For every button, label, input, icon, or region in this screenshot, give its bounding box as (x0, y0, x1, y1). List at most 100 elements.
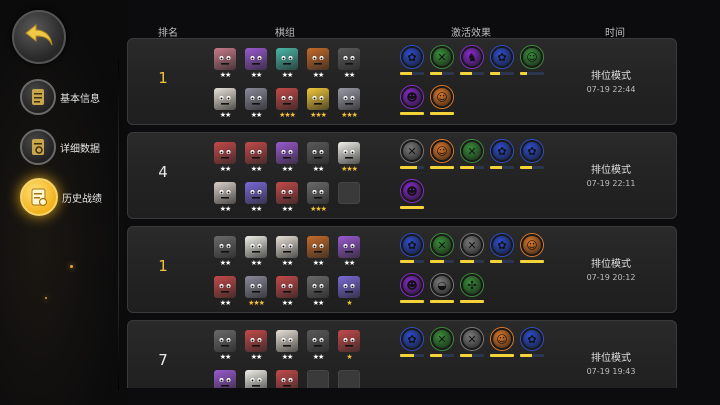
match-row[interactable]: 1 ★★ ★★ ★★ ★★ ★★ ★★ ★★★ ★★ ★★ ★ ✿ ✕ ✕ ✿ ☺ ☻ ◒ ✣ 排位模式 07-19 2… (127, 226, 677, 313)
unit-slot[interactable]: ★★ (241, 235, 272, 269)
unit-portrait (245, 370, 267, 388)
trait-badge[interactable]: ☺ (518, 234, 548, 270)
trait-icon: ☺ (431, 140, 453, 162)
lineup-grid: ★★★★★★★★★★★★★★★★★★★★ (210, 141, 365, 221)
unit-slot[interactable]: ★★ (241, 329, 272, 363)
unit-slot[interactable] (334, 369, 365, 388)
trait-badge[interactable]: ☻ (398, 180, 428, 216)
unit-slot[interactable]: ★★★ (303, 181, 334, 215)
match-time: 07-19 22:44 (586, 85, 636, 94)
unit-slot[interactable] (210, 369, 241, 388)
unit-slot[interactable]: ★★ (272, 235, 303, 269)
unit-slot[interactable]: ★★ (303, 275, 334, 309)
trait-icon: ☺ (431, 86, 453, 108)
trait-badge[interactable]: ✿ (488, 46, 518, 82)
trait-badge[interactable]: ✿ (398, 328, 428, 364)
trait-badge[interactable]: ✕ (428, 46, 458, 82)
unit-slot[interactable]: ★ (334, 329, 365, 363)
trait-icon: ✕ (431, 328, 453, 350)
match-list[interactable]: 1 ★★ ★★ ★★ ★★ ★★ ★★ ★★ ★★★ ★★★ ★★★ ✿ ✕ ♞ ✿ ☺ ☻ ☺ 排位模式 07-19… (0, 0, 720, 388)
unit-slot[interactable] (303, 369, 334, 388)
trait-badge[interactable]: ☺ (518, 46, 548, 82)
unit-slot[interactable]: ★★ (241, 47, 272, 81)
unit-slot[interactable]: ★★ (272, 181, 303, 215)
unit-slot[interactable]: ★★ (334, 235, 365, 269)
trait-badge[interactable]: ☻ (398, 86, 428, 122)
unit-slot[interactable]: ★ (334, 275, 365, 309)
unit-star-level: ★★ (250, 259, 263, 267)
trait-badge[interactable]: ✿ (398, 234, 428, 270)
trait-progress-bar (520, 166, 544, 169)
unit-slot[interactable]: ★★ (272, 141, 303, 175)
unit-star-level: ★★ (219, 299, 232, 307)
unit-star-level: ★★ (312, 259, 325, 267)
unit-slot[interactable]: ★★ (303, 141, 334, 175)
trait-progress-bar (400, 72, 424, 75)
trait-badge[interactable]: ☺ (428, 86, 458, 122)
unit-slot[interactable]: ★★ (210, 235, 241, 269)
unit-slot[interactable] (334, 181, 365, 215)
trait-badge[interactable]: ✿ (398, 46, 428, 82)
trait-badge[interactable]: ✿ (518, 140, 548, 176)
unit-slot[interactable]: ★★ (210, 47, 241, 81)
unit-slot[interactable] (272, 369, 303, 388)
unit-slot[interactable]: ★★★ (303, 87, 334, 121)
unit-slot[interactable]: ★★ (303, 329, 334, 363)
unit-slot[interactable]: ★★★ (272, 87, 303, 121)
unit-star-level: ★★ (250, 165, 263, 173)
unit-star-level: ★ (346, 299, 352, 307)
trait-badge[interactable]: ✿ (488, 140, 518, 176)
lineup-grid: ★★ ★★ ★★ ★★ ★★ ★★ ★★ ★★★ ★★★ ★★★ (210, 47, 365, 127)
unit-slot[interactable]: ★★ (272, 275, 303, 309)
trait-badge[interactable]: ✕ (398, 140, 428, 176)
trait-badge[interactable]: ✕ (428, 328, 458, 364)
match-row[interactable]: 4 ★★ ★★ ★★ ★★ ★★★ ★★ ★★ ★★ ★★★ ✕ ☺ ✕ ✿ ✿ ☻ 排位模式 07-19 22:… (127, 132, 677, 219)
trait-progress-bar (520, 260, 544, 263)
unit-slot[interactable]: ★★ (241, 141, 272, 175)
trait-badge[interactable]: ✿ (518, 328, 548, 364)
trait-grid: ✿ ✕ ✕ ☺ ✿ (398, 328, 548, 388)
unit-slot[interactable]: ★★★ (334, 87, 365, 121)
trait-badge[interactable]: ✕ (458, 140, 488, 176)
trait-badge[interactable]: ✕ (428, 234, 458, 270)
trait-badge[interactable]: ✕ (458, 234, 488, 270)
unit-portrait (307, 142, 329, 164)
unit-slot[interactable]: ★★ (210, 181, 241, 215)
trait-badge[interactable]: ✿ (488, 234, 518, 270)
unit-slot[interactable]: ★★★ (334, 141, 365, 175)
unit-slot[interactable]: ★★ (210, 275, 241, 309)
trait-badge[interactable]: ✣ (458, 274, 488, 310)
match-row[interactable]: 1 ★★ ★★ ★★ ★★ ★★ ★★ ★★ ★★★ ★★★ ★★★ ✿ ✕ ♞ ✿ ☺ ☻ ☺ 排位模式 07-19… (127, 38, 677, 125)
unit-star-level: ★★★ (341, 165, 358, 173)
match-time: 07-19 19:43 (586, 367, 636, 376)
unit-star-level: ★★ (281, 165, 294, 173)
unit-slot[interactable]: ★★★ (241, 275, 272, 309)
unit-slot[interactable]: ★★ (241, 181, 272, 215)
unit-slot[interactable]: ★★ (272, 329, 303, 363)
match-row[interactable]: 7 ★★ ★★ ★★ ★★ ★ ✿ ✕ ✕ ☺ ✿ 排位模式 07-19 19:43 (127, 320, 677, 388)
unit-portrait (276, 48, 298, 70)
unit-portrait (338, 142, 360, 164)
unit-portrait (276, 88, 298, 110)
unit-star-level: ★★★ (279, 111, 296, 119)
unit-slot[interactable]: ★★ (303, 235, 334, 269)
unit-slot[interactable]: ★★ (272, 47, 303, 81)
unit-portrait (276, 276, 298, 298)
unit-slot[interactable]: ★★ (241, 87, 272, 121)
unit-slot[interactable]: ★★ (210, 329, 241, 363)
trait-icon: ✿ (401, 328, 423, 350)
trait-badge[interactable]: ♞ (458, 46, 488, 82)
trait-badge[interactable]: ☺ (428, 140, 458, 176)
trait-badge[interactable]: ◒ (428, 274, 458, 310)
trait-icon: ✿ (491, 234, 513, 256)
unit-slot[interactable]: ★★ (210, 87, 241, 121)
unit-slot[interactable] (241, 369, 272, 388)
unit-slot[interactable]: ★★ (334, 47, 365, 81)
unit-slot[interactable]: ★★ (210, 141, 241, 175)
trait-grid: ✿ ✕ ✕ ✿ ☺ ☻ ◒ ✣ (398, 234, 548, 314)
trait-icon: ✿ (521, 328, 543, 350)
trait-badge[interactable]: ☻ (398, 274, 428, 310)
trait-badge[interactable]: ☺ (488, 328, 518, 364)
trait-badge[interactable]: ✕ (458, 328, 488, 364)
unit-slot[interactable]: ★★ (303, 47, 334, 81)
